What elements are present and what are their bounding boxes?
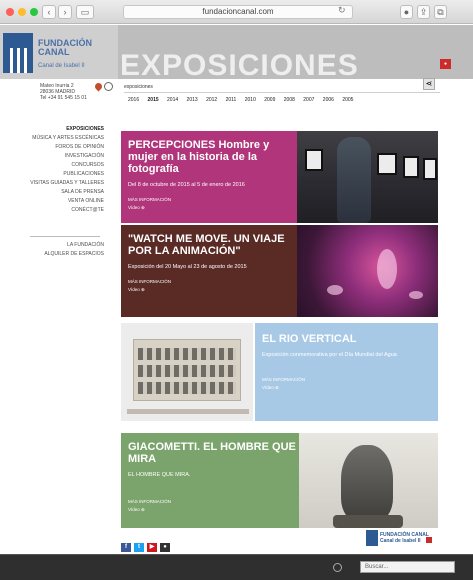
- twitter-icon[interactable]: t: [134, 543, 144, 552]
- year-link[interactable]: 2008: [284, 97, 295, 103]
- year-link[interactable]: 2013: [187, 97, 198, 103]
- video-link[interactable]: Vídeo ⊕: [128, 287, 298, 293]
- red-badge-icon[interactable]: ●: [440, 59, 451, 69]
- footer-logo-line-2: Canal de Isabel II: [380, 538, 421, 544]
- card-text: EL RIO VERTICAL Exposición conmemorativa…: [262, 333, 432, 391]
- sidebar-item-musica[interactable]: MÚSICA Y ARTES ESCÉNICAS: [0, 134, 108, 143]
- exhibition-photo: [297, 225, 438, 317]
- address-bar[interactable]: fundacioncanal.com: [123, 5, 353, 19]
- year-link[interactable]: 2016: [128, 97, 139, 103]
- video-link[interactable]: Vídeo ⊕: [128, 507, 298, 513]
- brand-subtitle: Canal de Isabel II: [38, 63, 85, 69]
- year-link-active[interactable]: 2015: [148, 97, 159, 103]
- page-title: EXPOSICIONES: [120, 49, 359, 82]
- social-links: f t ▶ ●: [121, 535, 173, 552]
- sidebar-item-conectate[interactable]: CONÉCT@TE: [0, 206, 108, 215]
- bottom-bar: Buscar...: [0, 554, 473, 580]
- sidebar-item-publicaciones[interactable]: PUBLICACIONES: [0, 170, 108, 179]
- sidebar-item-investigacion[interactable]: INVESTIGACIÓN: [0, 152, 108, 161]
- logo[interactable]: FUNDACIÓN CANAL Canal de Isabel II: [0, 25, 118, 79]
- sidebar-nav: EXPOSICIONES MÚSICA Y ARTES ESCÉNICAS FO…: [0, 125, 108, 257]
- card-text: PERCEPCIONES Hombre y mujer en la histor…: [128, 139, 298, 211]
- sidebar-item-concursos[interactable]: CONCURSOS: [0, 161, 108, 170]
- sculpture-photo: [299, 433, 438, 528]
- sidebar-divider: [30, 236, 100, 237]
- facebook-icon[interactable]: f: [121, 543, 131, 552]
- more-info-link[interactable]: MÁS INFORMACIÓN: [128, 499, 298, 504]
- search-icon[interactable]: [333, 563, 342, 572]
- brand-line-2: CANAL: [38, 47, 70, 57]
- year-filter: 2016 2015 2014 2013 2012 2011 2010 2009 …: [128, 97, 360, 107]
- address-block: Mateo Inurria 2 28036 MADRID Tel +34 91 …: [40, 83, 100, 101]
- exhibition-card-watch-me-move[interactable]: "WATCH ME MOVE. UN VIAJE POR LA ANIMACIÓ…: [121, 225, 438, 317]
- share-icon[interactable]: ⋖: [423, 78, 435, 90]
- sidebar-toggle-icon[interactable]: ▭: [76, 5, 94, 19]
- address-line-3: Tel +34 91 545 15 01: [40, 95, 87, 101]
- card-title[interactable]: GIACOMETTI. EL HOMBRE QUE MIRA: [128, 441, 298, 465]
- minimize-window-button[interactable]: [18, 8, 26, 16]
- close-window-button[interactable]: [6, 8, 14, 16]
- info-icon[interactable]: ●: [400, 5, 413, 19]
- sculpture-bust: [341, 445, 393, 521]
- youtube-icon[interactable]: ▶: [147, 543, 157, 552]
- year-link[interactable]: 2012: [206, 97, 217, 103]
- brand-name: FUNDACIÓN CANAL: [38, 39, 92, 57]
- sidebar-item-alquiler[interactable]: ALQUILER DE ESPACIOS: [0, 250, 108, 259]
- tabs-icon[interactable]: ⧉: [434, 5, 447, 19]
- video-link[interactable]: Vídeo ⊕: [128, 205, 298, 211]
- card-title[interactable]: "WATCH ME MOVE. UN VIAJE POR LA ANIMACIÓ…: [128, 233, 298, 257]
- building-model: [133, 339, 241, 401]
- exhibition-card-percepciones[interactable]: PERCEPCIONES Hombre y mujer en la histor…: [121, 131, 438, 223]
- exhibition-card-rio-vertical[interactable]: EL RIO VERTICAL Exposición conmemorativa…: [121, 323, 438, 421]
- more-info-link[interactable]: MÁS INFORMACIÓN: [262, 377, 432, 382]
- sidebar-item-foros[interactable]: FOROS DE OPINIÓN: [0, 143, 108, 152]
- footer-red-mark: [426, 537, 432, 543]
- zoom-window-button[interactable]: [30, 8, 38, 16]
- screen: ‹ › ▭ fundacioncanal.com ↻ ● ⇪ ⧉ FUNDACI…: [0, 0, 473, 580]
- card-date: Exposición del 20 Mayo al 23 de agosto d…: [128, 264, 247, 270]
- year-link[interactable]: 2007: [303, 97, 314, 103]
- search-input[interactable]: Buscar...: [360, 561, 455, 573]
- card-date: Exposición conmemorativa por el Día Mund…: [262, 352, 397, 358]
- year-link[interactable]: 2014: [167, 97, 178, 103]
- year-link[interactable]: 2010: [245, 97, 256, 103]
- breadcrumb: exposiciones: [124, 81, 440, 93]
- card-text: "WATCH ME MOVE. UN VIAJE POR LA ANIMACIÓ…: [128, 233, 298, 293]
- sidebar-item-fundacion[interactable]: LA FUNDACIÓN: [0, 241, 108, 250]
- back-button[interactable]: ‹: [42, 5, 56, 19]
- web-page: FUNDACIÓN CANAL Canal de Isabel II EXPOS…: [0, 25, 473, 552]
- visitor-silhouette: [337, 137, 371, 223]
- year-link[interactable]: 2006: [323, 97, 334, 103]
- building-model-photo: [121, 323, 253, 421]
- logo-mark-icon: [3, 33, 33, 73]
- sidebar-item-venta[interactable]: VENTA ONLINE: [0, 197, 108, 206]
- video-link[interactable]: Vídeo ⊕: [262, 385, 432, 391]
- sidebar-item-prensa[interactable]: SALA DE PRENSA: [0, 188, 108, 197]
- card-date: Del 8 de octubre de 2015 al 5 de enero d…: [128, 182, 245, 188]
- year-link[interactable]: 2005: [342, 97, 353, 103]
- year-link[interactable]: 2011: [226, 97, 237, 103]
- year-link[interactable]: 2009: [264, 97, 275, 103]
- flickr-icon[interactable]: ●: [160, 543, 170, 552]
- share-browser-icon[interactable]: ⇪: [417, 5, 430, 19]
- footer-logo-icon[interactable]: [366, 530, 378, 546]
- card-title[interactable]: PERCEPCIONES Hombre y mujer en la histor…: [128, 139, 298, 175]
- reload-icon[interactable]: ↻: [338, 5, 346, 16]
- sidebar-footer: LA FUNDACIÓN ALQUILER DE ESPACIOS: [0, 241, 108, 259]
- card-title[interactable]: EL RIO VERTICAL: [262, 333, 432, 345]
- sidebar-item-exposiciones[interactable]: EXPOSICIONES: [0, 125, 108, 134]
- exhibition-card-giacometti[interactable]: GIACOMETTI. EL HOMBRE QUE MIRA EL HOMBRE…: [121, 433, 438, 528]
- exhibition-photo: [297, 131, 438, 223]
- sidebar-item-visitas[interactable]: VISITAS GUIADAS Y TALLERES: [0, 179, 108, 188]
- browser-toolbar: ‹ › ▭ fundacioncanal.com ↻ ● ⇪ ⧉: [0, 0, 473, 24]
- footer-logo-text: FUNDACIÓN CANAL Canal de Isabel II: [380, 532, 429, 544]
- card-text: GIACOMETTI. EL HOMBRE QUE MIRA EL HOMBRE…: [128, 441, 298, 513]
- clock-icon[interactable]: [104, 82, 113, 91]
- more-info-link[interactable]: MÁS INFORMACIÓN: [128, 279, 298, 284]
- forward-button[interactable]: ›: [58, 5, 72, 19]
- card-subtitle: EL HOMBRE QUE MIRA.: [128, 472, 191, 478]
- more-info-link[interactable]: MÁS INFORMACIÓN: [128, 197, 298, 202]
